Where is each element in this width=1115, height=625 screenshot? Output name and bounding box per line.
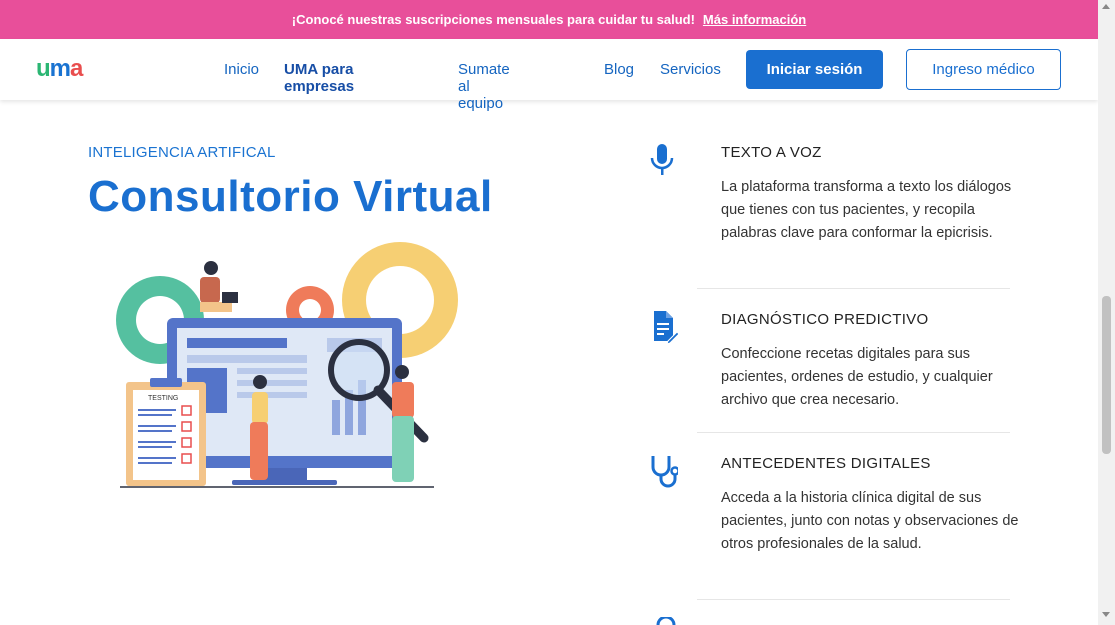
- document-edit-icon: [654, 311, 678, 345]
- stethoscope-icon: [651, 456, 678, 488]
- promo-text: ¡Conocé nuestras suscripciones mensuales…: [291, 12, 695, 27]
- virtual-office-illustration: TESTING: [116, 242, 458, 488]
- page-scrollbar[interactable]: [1098, 0, 1115, 625]
- hero-title: Consultorio Virtual: [88, 172, 493, 221]
- scroll-up-arrow-icon[interactable]: [1102, 4, 1110, 9]
- next-feature-icon: [656, 617, 676, 625]
- testing-label: TESTING: [148, 395, 178, 402]
- site-header: uma Inicio UMA para empresas Sumate al e…: [0, 39, 1098, 112]
- feature-title: TEXTO A VOZ: [721, 144, 822, 161]
- feature-diagnostico-predictivo: DIAGNÓSTICO PREDICTIVO Confeccione recet…: [640, 311, 1020, 421]
- nav-blog[interactable]: Blog: [604, 61, 634, 78]
- feature-texto-a-voz: TEXTO A VOZ La plataforma transforma a t…: [640, 144, 1020, 274]
- feature-title: ANTECEDENTES DIGITALES: [721, 455, 931, 472]
- feature-description: Acceda a la historia clínica digital de …: [721, 490, 1019, 553]
- nav-inicio[interactable]: Inicio: [224, 61, 259, 78]
- uma-logo[interactable]: uma: [36, 55, 83, 83]
- nav-uma-para-empresas[interactable]: UMA para empresas: [284, 61, 354, 95]
- promo-bar: ¡Conocé nuestras suscripciones mensuales…: [0, 0, 1098, 39]
- promo-more-info-link[interactable]: Más información: [703, 12, 806, 27]
- divider: [697, 432, 1010, 433]
- feature-description: Confeccione recetas digitales para sus p…: [721, 346, 993, 409]
- feature-description: La plataforma transforma a texto los diá…: [721, 179, 1012, 242]
- divider: [697, 599, 1010, 600]
- hero-eyebrow: INTELIGENCIA ARTIFICAL: [88, 144, 276, 161]
- scroll-down-arrow-icon[interactable]: [1102, 612, 1110, 617]
- login-button[interactable]: Iniciar sesión: [746, 50, 883, 89]
- divider: [697, 288, 1010, 289]
- nav-servicios[interactable]: Servicios: [660, 61, 721, 78]
- feature-antecedentes-digitales: ANTECEDENTES DIGITALES Acceda a la histo…: [640, 455, 1020, 585]
- microphone-icon: [650, 144, 674, 175]
- doctor-login-button[interactable]: Ingreso médico: [906, 49, 1061, 90]
- nav-sumate-al-equipo[interactable]: Sumate al equipo: [458, 61, 510, 112]
- feature-title: DIAGNÓSTICO PREDICTIVO: [721, 311, 929, 328]
- scroll-thumb[interactable]: [1102, 296, 1111, 454]
